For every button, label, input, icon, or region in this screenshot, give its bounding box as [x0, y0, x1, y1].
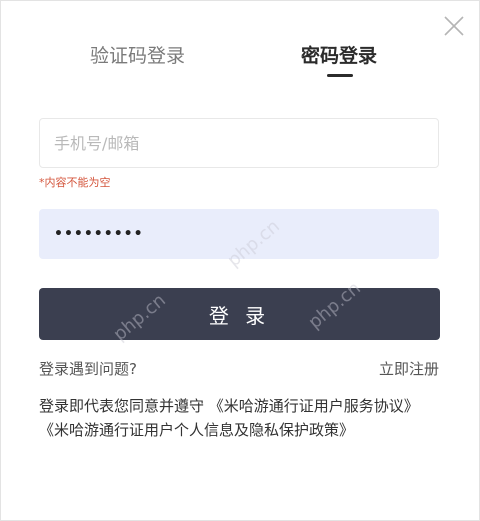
agreement-prefix: 登录即代表您同意并遵守 — [39, 397, 205, 415]
register-link[interactable]: 立即注册 — [379, 358, 439, 379]
privacy-policy-link[interactable]: 《米哈游通行证用户个人信息及隐私保护政策》 — [39, 421, 354, 439]
user-agreement-link[interactable]: 《米哈游通行证用户服务协议》 — [209, 397, 419, 415]
login-trouble-link[interactable]: 登录遇到问题? — [39, 358, 137, 379]
agreement-text: 登录即代表您同意并遵守 《米哈游通行证用户服务协议》 《米哈游通行证用户个人信息… — [39, 394, 443, 442]
password-input[interactable] — [39, 209, 439, 259]
login-button[interactable]: 登 录 — [39, 288, 440, 340]
tab-sms-login[interactable]: 验证码登录 — [90, 41, 185, 68]
account-input[interactable] — [39, 118, 439, 168]
active-tab-indicator — [327, 74, 353, 77]
close-icon[interactable] — [441, 13, 467, 39]
login-dialog: 验证码登录 密码登录 *内容不能为空 登 录 登录遇到问题? 立即注册 登录即代… — [0, 0, 480, 521]
account-error-message: *内容不能为空 — [39, 176, 111, 189]
tab-password-login[interactable]: 密码登录 — [301, 41, 377, 68]
